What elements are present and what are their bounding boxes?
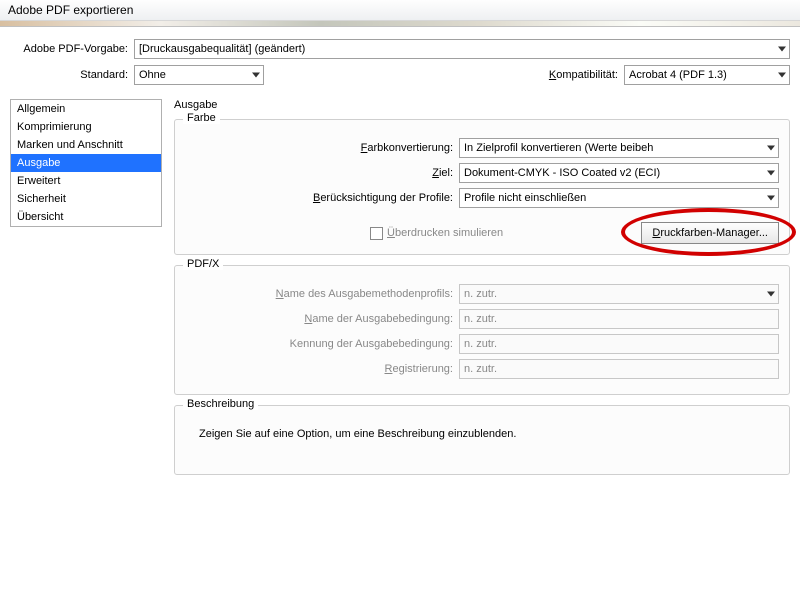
- registry-label: Registrierung:: [185, 363, 453, 375]
- main-panel: Ausgabe Farbe Farbkonvertierung: In Ziel…: [174, 97, 790, 485]
- standard-label: Standard:: [10, 69, 128, 81]
- cond-id-label: Kennung der Ausgabebedingung:: [185, 338, 453, 350]
- method-profile-dropdown: n. zutr.: [459, 284, 779, 304]
- farbe-legend: Farbe: [183, 112, 220, 124]
- cond-id-field: n. zutr.: [459, 334, 779, 354]
- chevron-down-icon: [767, 292, 775, 297]
- beschreibung-legend: Beschreibung: [183, 398, 258, 410]
- kompat-dropdown[interactable]: Acrobat 4 (PDF 1.3): [624, 65, 790, 85]
- preset-dropdown[interactable]: [Druckausgabequalität] (geändert): [134, 39, 790, 59]
- pdfx-group: PDF/X Name des Ausgabemethodenprofils: n…: [174, 265, 790, 395]
- cond-name-value: n. zutr.: [464, 313, 497, 325]
- kompat-label: Kompatibilität:: [549, 69, 618, 81]
- sidebar-item-allgemein[interactable]: Allgemein: [11, 100, 161, 118]
- kompat-value: Acrobat 4 (PDF 1.3): [629, 69, 727, 81]
- sidebar-item-marken[interactable]: Marken und Anschnitt: [11, 136, 161, 154]
- sidebar-item-ausgabe[interactable]: Ausgabe: [11, 154, 161, 172]
- simulate-overprint-checkbox[interactable]: [370, 227, 383, 240]
- sidebar-item-uebersicht[interactable]: Übersicht: [11, 208, 161, 226]
- sidebar-item-erweitert[interactable]: Erweitert: [11, 172, 161, 190]
- chevron-down-icon: [767, 146, 775, 151]
- profile-label: Berücksichtigung der Profile:: [185, 192, 453, 204]
- registry-value: n. zutr.: [464, 363, 497, 375]
- method-profile-label: Name des Ausgabemethodenprofils:: [185, 288, 453, 300]
- cond-name-field: n. zutr.: [459, 309, 779, 329]
- category-sidebar: Allgemein Komprimierung Marken und Ansch…: [10, 99, 162, 227]
- chevron-down-icon: [252, 73, 260, 78]
- window-title: Adobe PDF exportieren: [8, 3, 133, 17]
- ziel-label: Ziel:: [185, 167, 453, 179]
- chevron-down-icon: [778, 73, 786, 78]
- cond-id-value: n. zutr.: [464, 338, 497, 350]
- sidebar-item-sicherheit[interactable]: Sicherheit: [11, 190, 161, 208]
- chevron-down-icon: [767, 196, 775, 201]
- sidebar-item-komprimierung[interactable]: Komprimierung: [11, 118, 161, 136]
- pdfx-legend: PDF/X: [183, 258, 223, 270]
- beschreibung-text: Zeigen Sie auf eine Option, um eine Besc…: [185, 424, 779, 446]
- top-section: Adobe PDF-Vorgabe: [Druckausgabequalität…: [0, 27, 800, 97]
- farbkonvertierung-dropdown[interactable]: In Zielprofil konvertieren (Werte beibeh: [459, 138, 779, 158]
- ziel-value: Dokument-CMYK - ISO Coated v2 (ECI): [464, 167, 660, 179]
- method-profile-value: n. zutr.: [464, 288, 497, 300]
- standard-dropdown[interactable]: Ohne: [134, 65, 264, 85]
- profile-value: Profile nicht einschließen: [464, 192, 586, 204]
- farbkonvertierung-value: In Zielprofil konvertieren (Werte beibeh: [464, 142, 653, 154]
- farbe-group: Farbe Farbkonvertierung: In Zielprofil k…: [174, 119, 790, 255]
- window-titlebar: Adobe PDF exportieren: [0, 0, 800, 21]
- chevron-down-icon: [767, 171, 775, 176]
- profile-dropdown[interactable]: Profile nicht einschließen: [459, 188, 779, 208]
- chevron-down-icon: [778, 47, 786, 52]
- simulate-overprint-label: Überdrucken simulieren: [387, 227, 503, 239]
- ink-manager-button[interactable]: Druckfarben-Manager...: [641, 222, 779, 244]
- preset-label: Adobe PDF-Vorgabe:: [10, 43, 128, 55]
- panel-title: Ausgabe: [174, 99, 790, 111]
- farbkonvertierung-label: Farbkonvertierung:: [185, 142, 453, 154]
- preset-value: [Druckausgabequalität] (geändert): [139, 43, 305, 55]
- registry-field: n. zutr.: [459, 359, 779, 379]
- standard-value: Ohne: [139, 69, 166, 81]
- beschreibung-group: Beschreibung Zeigen Sie auf eine Option,…: [174, 405, 790, 475]
- ziel-dropdown[interactable]: Dokument-CMYK - ISO Coated v2 (ECI): [459, 163, 779, 183]
- cond-name-label: Name der Ausgabebedingung:: [185, 313, 453, 325]
